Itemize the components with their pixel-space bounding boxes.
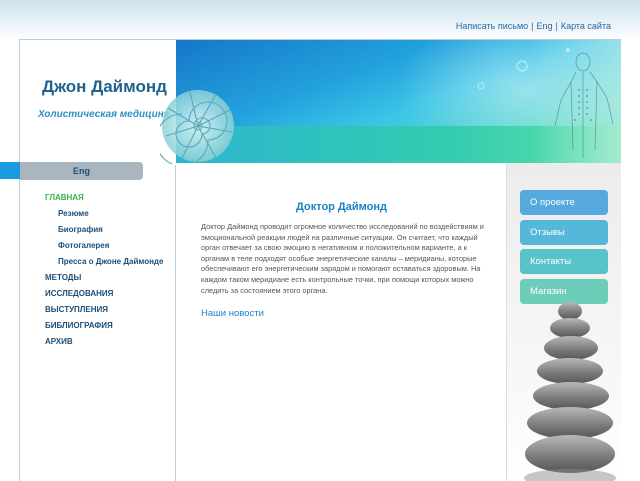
logo-area: [20, 40, 176, 165]
nav-item-press[interactable]: Пресса о Джоне Даймонде: [58, 257, 163, 266]
nav-item-research[interactable]: ИССЛЕДОВАНИЯ: [45, 289, 113, 298]
news-link[interactable]: Наши новости: [201, 308, 264, 319]
nav-item-main[interactable]: ГЛАВНАЯ: [45, 193, 84, 202]
site-subtitle: Холистическая медицина: [38, 109, 170, 120]
language-button[interactable]: Eng: [20, 162, 143, 180]
page-text: Доктор Даймонд проводит огромное количес…: [201, 222, 484, 295]
contacts-button[interactable]: Контакты: [520, 249, 608, 274]
top-background: [0, 0, 640, 40]
header-links: Написать письмо | Eng | Карта сайта: [456, 21, 611, 31]
reviews-button[interactable]: Отзывы: [520, 220, 608, 245]
about-project-button[interactable]: О проекте: [520, 190, 608, 215]
nautilus-shell-image: [160, 90, 234, 164]
site-title[interactable]: Джон Даймонд: [42, 77, 167, 97]
nav-item-resume[interactable]: Резюме: [58, 209, 89, 218]
sitemap-link[interactable]: Карта сайта: [561, 21, 611, 31]
lang-accent-bar: [0, 162, 20, 179]
nav-item-methods[interactable]: МЕТОДЫ: [45, 273, 81, 282]
banner-bubbles: [477, 48, 570, 90]
nav-item-photogallery[interactable]: Фотогалерея: [58, 241, 109, 250]
header-banner: [176, 40, 621, 163]
nav-item-lectures[interactable]: ВЫСТУПЛЕНИЯ: [45, 305, 108, 314]
header-separator: |: [555, 21, 558, 31]
page-title: Доктор Даймонд: [296, 201, 387, 213]
nav-item-bibliography[interactable]: БИБЛИОГРАФИЯ: [45, 321, 113, 330]
nav-item-biography[interactable]: Биография: [58, 225, 103, 234]
header-separator: |: [531, 21, 534, 31]
nav-item-archive[interactable]: АРХИВ: [45, 337, 73, 346]
zen-stones-image: [524, 302, 616, 481]
eng-link[interactable]: Eng: [536, 21, 552, 31]
write-letter-link[interactable]: Написать письмо: [456, 21, 528, 31]
